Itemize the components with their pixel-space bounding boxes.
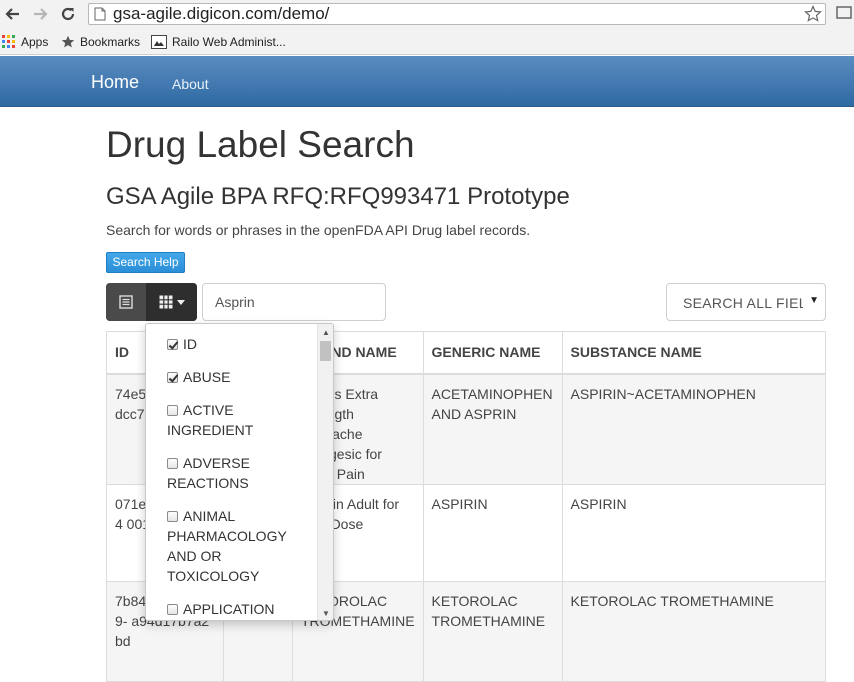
cell-generic-name: KETOROLAC TROMETHAMINE <box>422 580 563 682</box>
column-toggle-animal-pharmacology[interactable]: ANIMAL PHARMACOLOGY AND OR TOXICOLOGY <box>167 506 312 586</box>
column-toggle-label: ID <box>183 336 197 352</box>
forward-button[interactable] <box>29 3 51 25</box>
cell-substance-name: ASPIRIN~ACETAMINOPHEN <box>561 373 827 485</box>
back-arrow-icon <box>5 8 19 20</box>
checkbox-icon[interactable] <box>167 511 178 522</box>
nav-home-link[interactable]: Home <box>91 72 139 93</box>
columns-menu-button[interactable] <box>146 283 197 321</box>
bookmark-apps-label: Apps <box>21 35 49 49</box>
reload-icon <box>61 7 75 21</box>
bookmark-railo[interactable]: Railo Web Administ... <box>151 33 286 51</box>
checkbox-checked-icon[interactable] <box>167 372 178 383</box>
checkbox-checked-icon[interactable] <box>167 339 178 350</box>
back-button[interactable] <box>2 3 24 25</box>
cast-icon[interactable] <box>836 6 852 25</box>
column-toggle-label: ABUSE <box>183 369 231 385</box>
column-toggle-id[interactable]: ID <box>167 334 312 354</box>
bookmark-railo-label: Railo Web Administ... <box>172 35 286 49</box>
search-input[interactable] <box>202 283 386 321</box>
bookmark-bookmarks-label: Bookmarks <box>80 35 141 49</box>
browser-toolbar: gsa-agile.digicon.com/demo/ <box>0 0 854 29</box>
forward-arrow-icon <box>34 8 48 20</box>
bookmark-star-icon[interactable] <box>804 5 822 28</box>
list-view-icon <box>119 295 133 309</box>
scroll-down-arrow-icon[interactable]: ▼ <box>322 609 330 618</box>
cell-generic-name: ASPIRIN <box>422 483 563 582</box>
checkbox-icon[interactable] <box>167 604 178 615</box>
bookmark-bookmarks[interactable]: Bookmarks <box>61 33 140 51</box>
column-toggle-label: ADVERSE REACTIONS <box>167 455 250 491</box>
view-toggle-group <box>106 283 197 321</box>
address-bar[interactable]: gsa-agile.digicon.com/demo/ <box>88 3 826 25</box>
search-help-button[interactable]: Search Help <box>106 252 185 273</box>
site-navbar: Home About <box>0 56 854 107</box>
caret-down-icon <box>176 299 185 305</box>
column-toggle-active-ingredient[interactable]: ACTIVE INGREDIENT <box>167 400 312 440</box>
page-title: Drug Label Search <box>106 124 415 165</box>
cell-substance-name: KETOROLAC TROMETHAMINE <box>561 580 827 682</box>
bookmark-apps[interactable]: Apps <box>2 33 48 51</box>
checkbox-icon[interactable] <box>167 405 178 416</box>
column-header-generic-name[interactable]: GENERIC NAME <box>422 331 563 375</box>
cell-generic-name: ACETAMINOPHEN AND ASPRIN <box>422 373 563 485</box>
column-toggle-abuse[interactable]: ABUSE <box>167 367 312 387</box>
page-icon <box>94 7 106 26</box>
columns-dropdown-menu: ID ABUSE ACTIVE INGREDIENT ADVERSE REACT… <box>145 323 334 621</box>
dropdown-scrollbar[interactable]: ▲ ▼ <box>317 324 333 620</box>
apps-grid-icon <box>2 35 15 48</box>
star-icon <box>61 35 75 48</box>
url-text[interactable]: gsa-agile.digicon.com/demo/ <box>113 5 329 23</box>
column-toggle-application[interactable]: APPLICATION <box>167 599 312 619</box>
column-header-substance-name[interactable]: SUBSTANCE NAME <box>561 331 827 375</box>
cell-substance-name: ASPIRIN <box>561 483 827 582</box>
checkbox-icon[interactable] <box>167 458 178 469</box>
reload-button[interactable] <box>57 3 79 25</box>
page-description: Search for words or phrases in the openF… <box>106 222 531 238</box>
column-toggle-label: ACTIVE INGREDIENT <box>167 402 254 438</box>
page-subtitle: GSA Agile BPA RFQ:RFQ993471 Prototype <box>106 183 570 210</box>
column-toggle-label: ANIMAL PHARMACOLOGY AND OR TOXICOLOGY <box>167 508 287 584</box>
scrollbar-thumb[interactable] <box>320 341 331 361</box>
scroll-up-arrow-icon[interactable]: ▲ <box>322 328 330 337</box>
search-field-select[interactable]: SEARCH ALL FIELDS ▼ <box>666 283 826 321</box>
bookmarks-bar: Apps Bookmarks Railo Web Administ... <box>0 29 854 55</box>
select-arrow-icon: ▼ <box>809 295 819 306</box>
railo-favicon-icon <box>151 35 167 49</box>
column-toggle-label: APPLICATION <box>183 601 275 617</box>
list-view-button[interactable] <box>106 283 146 321</box>
grid-columns-icon <box>158 295 173 309</box>
nav-about-link[interactable]: About <box>172 76 209 92</box>
column-toggle-adverse-reactions[interactable]: ADVERSE REACTIONS <box>167 453 312 493</box>
search-field-selected: SEARCH ALL FIELDS <box>683 295 803 311</box>
